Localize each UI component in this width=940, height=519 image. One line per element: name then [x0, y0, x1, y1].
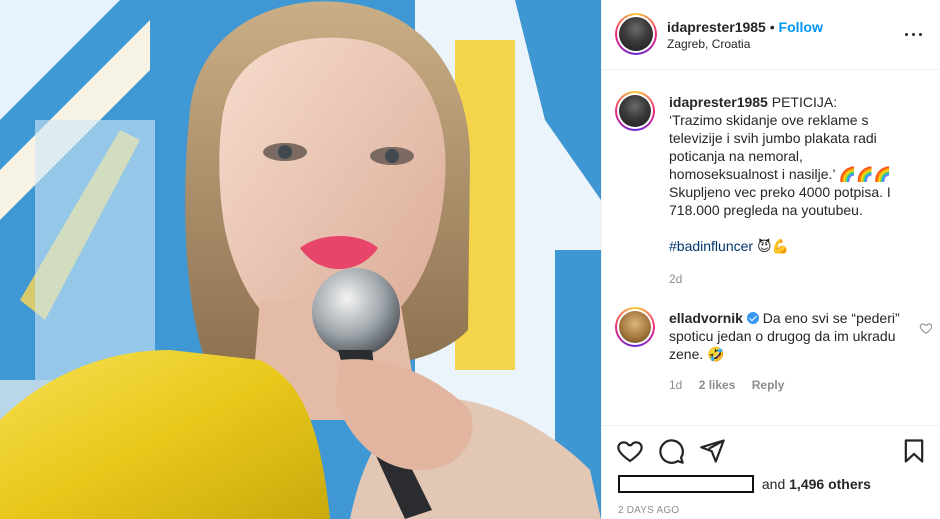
comment-like-heart-icon[interactable]: [919, 321, 933, 335]
caption-hashtag[interactable]: #badinfluncer: [669, 238, 753, 254]
post-media[interactable]: [0, 0, 601, 519]
caption-text: PETICIJA: ‘Trazimo skidanje ove reklame …: [669, 94, 892, 218]
post-location[interactable]: Zagreb, Croatia: [667, 37, 750, 51]
comments-list[interactable]: idaprester1985 PETICIJA: ‘Trazimo skidan…: [602, 71, 940, 424]
comment-meta: 1d 2 likes Reply: [669, 378, 797, 392]
separator-dot: •: [769, 19, 775, 35]
likes-summary[interactable]: and 1,496 others: [618, 475, 871, 493]
author-username[interactable]: idaprester1985: [667, 19, 766, 35]
more-options-button[interactable]: [904, 24, 924, 44]
caption-age[interactable]: 2d: [669, 272, 682, 286]
heart-icon[interactable]: [616, 437, 644, 465]
comment-reply-button[interactable]: Reply: [752, 378, 785, 392]
post-header: idaprester1985 • Follow Zagreb, Croatia: [602, 0, 940, 70]
redacted-usernames: [618, 475, 754, 493]
author-avatar[interactable]: [615, 13, 657, 55]
caption-hashtag-emoji: 😈💪: [756, 239, 789, 255]
likes-others-count[interactable]: 1,496 others: [789, 476, 871, 492]
comment-icon[interactable]: [657, 437, 685, 465]
caption-body: idaprester1985 PETICIJA: ‘Trazimo skidan…: [669, 93, 901, 256]
caption-username[interactable]: idaprester1985: [669, 94, 768, 110]
follow-button[interactable]: Follow: [779, 19, 823, 35]
share-icon[interactable]: [698, 437, 726, 465]
header-line: idaprester1985 • Follow: [667, 19, 823, 35]
post-actions-bar: and 1,496 others 2 DAYS AGO: [602, 425, 940, 519]
commenter-avatar[interactable]: [615, 307, 655, 347]
post-photo: [0, 0, 601, 519]
verified-badge-icon: [746, 312, 759, 324]
more-dots-icon: [905, 33, 908, 36]
caption-avatar[interactable]: [615, 91, 655, 131]
comment-body: elladvornik Da eno svi se “pederi” spoti…: [669, 309, 901, 363]
caption-meta: 2d: [669, 272, 695, 286]
post-timestamp[interactable]: 2 DAYS AGO: [618, 505, 679, 516]
post-details-panel: idaprester1985 • Follow Zagreb, Croatia …: [601, 0, 940, 519]
comment-likes[interactable]: 2 likes: [699, 378, 736, 392]
likes-connector: and: [761, 476, 786, 492]
comment-age[interactable]: 1d: [669, 378, 682, 392]
commenter-username[interactable]: elladvornik: [669, 310, 743, 326]
bookmark-icon[interactable]: [900, 437, 928, 465]
